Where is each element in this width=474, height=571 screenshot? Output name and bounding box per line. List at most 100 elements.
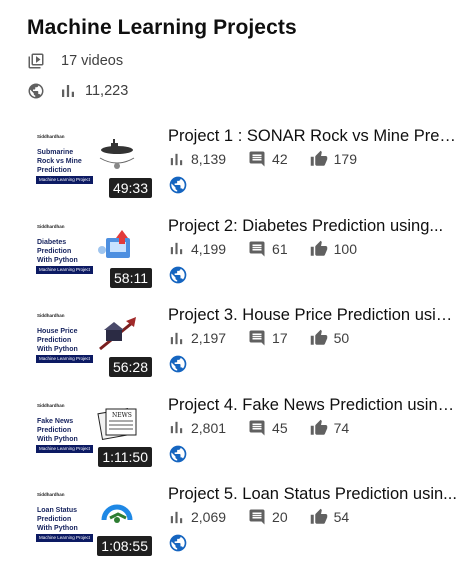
video-thumbnail[interactable]: Siddhardhan House Price Prediction With … [28,309,154,381]
video-item-5[interactable]: Siddhardhan Loan Status Prediction With … [0,485,474,570]
video-item-4[interactable]: Siddhardhan Fake News Prediction With Py… [0,396,474,481]
bar-chart-icon [170,242,183,255]
globe-icon [169,534,187,552]
video-stats: 2,801 45 74 [168,419,371,437]
video-title[interactable]: Project 1 : SONAR Rock vs Mine Predi... [168,127,458,146]
thumbnail-badge: Machine Learning Project [36,355,94,363]
thumbnail-title-line: With Python [37,256,78,264]
bar-chart-icon [170,153,183,165]
bar-chart-icon [170,511,183,523]
video-stats: 8,139 42 179 [168,150,379,168]
newspaper-icon: NEWS [96,405,140,450]
submarine-icon [96,136,138,181]
diabetes-icon [96,226,138,271]
like-count: 50 [333,330,350,346]
globe-icon [169,266,187,283]
comment-icon [249,330,265,346]
view-count: 4,199 [191,240,227,257]
comment-count: 20 [272,509,288,525]
video-thumbnail[interactable]: Siddhardhan Loan Status Prediction With … [28,488,154,560]
thumbs-up-icon [310,419,327,435]
thumbnail-title-line: Diabetes [37,238,67,246]
video-title[interactable]: Project 4. Fake News Prediction using... [168,396,458,415]
view-count: 2,069 [191,509,227,525]
thumbnail-title-line: Prediction [37,426,72,434]
thumbnail-title-line: Prediction [37,516,72,523]
globe-icon [28,83,44,99]
thumbnail-title: Diabetes Prediction With Python [37,238,97,265]
thumbnail-badge: Machine Learning Project [36,265,94,274]
thumbnail-title-line: House Price [37,328,78,335]
video-duration: 1:11:50 [98,446,152,467]
thumbnail-title-line: With Python [37,435,78,443]
like-count: 74 [333,419,350,436]
video-duration: 1:08:55 [97,536,152,556]
video-title[interactable]: Project 2: Diabetes Prediction using... [168,217,458,236]
video-title[interactable]: Project 5. Loan Status Prediction usin..… [168,485,458,504]
thumbnail-title-line: Prediction [37,337,72,344]
video-duration: 56:28 [108,357,152,377]
thumbnail-badge: Machine Learning Project [36,176,94,184]
playlist-views-row: 11,223 [27,82,128,100]
bar-chart-icon [170,421,183,434]
view-count: 8,139 [191,151,227,167]
globe-icon [169,176,187,194]
thumbs-up-icon [310,240,327,256]
thumbnail-badge: Machine Learning Project [36,444,94,453]
thumbnail-title: House Price Prediction With Python [37,327,97,354]
video-thumbnail[interactable]: Siddhardhan Diabetes Prediction With Pyt… [28,219,154,292]
video-stats: 4,199 61 100 [168,240,379,258]
thumbnail-title: Fake News Prediction With Python [37,417,97,444]
house-price-icon [96,315,142,360]
video-stats: 2,197 17 50 [168,329,371,347]
thumbnail-title-line: Prediction [37,167,72,174]
video-thumbnail[interactable]: Siddhardhan Fake News Prediction With Py… [28,398,154,471]
thumbnail-title-line: Rock vs Mine [37,158,82,165]
thumbs-up-icon [310,150,327,166]
video-duration: 49:33 [108,178,152,198]
video-title[interactable]: Project 3. House Price Prediction usin..… [168,306,458,325]
loan-icon [96,494,138,539]
playlist-title: Machine Learning Projects [27,16,297,39]
playlist-play-icon [28,53,44,69]
thumbnail-author: Siddhardhan [37,223,65,229]
comment-count: 42 [272,151,288,167]
thumbnail-title-line: With Python [37,525,78,532]
thumbnail-author: Siddhardhan [37,313,65,318]
video-thumbnail[interactable]: Siddhardhan Submarine Rock vs Mine Predi… [28,130,154,202]
thumbnail-author: Siddhardhan [37,402,65,408]
view-count: 2,197 [191,330,227,346]
svg-text:NEWS: NEWS [112,412,132,419]
view-count: 2,801 [191,419,227,436]
like-count: 179 [333,151,357,167]
thumbnail-title-line: With Python [37,346,78,353]
comment-count: 17 [272,330,288,346]
bar-chart-icon [62,85,74,97]
comment-icon [249,420,265,435]
total-views: 11,223 [85,83,129,99]
video-count-row: 17 videos [27,52,123,70]
thumbnail-author: Siddhardhan [37,492,65,497]
video-item-2[interactable]: Siddhardhan Diabetes Prediction With Pyt… [0,217,474,302]
comment-icon [249,151,265,167]
thumbnail-title-line: Prediction [37,247,72,255]
video-item-3[interactable]: Siddhardhan House Price Prediction With … [0,306,474,391]
comment-count: 45 [272,419,288,436]
thumbnail-title: Submarine Rock vs Mine Prediction [37,148,97,175]
bar-chart-icon [170,332,183,344]
thumbnail-title: Loan Status Prediction With Python [37,506,97,533]
thumbnail-title-line: Loan Status [37,507,78,514]
like-count: 54 [333,509,350,525]
globe-icon [169,445,187,462]
comment-count: 61 [272,240,288,257]
globe-icon [169,355,187,373]
thumbnail-badge: Machine Learning Project [36,534,94,542]
comment-icon [249,241,265,256]
video-stats: 2,069 20 54 [168,508,371,526]
video-item-1[interactable]: Siddhardhan Submarine Rock vs Mine Predi… [0,127,474,212]
thumbs-up-icon [310,329,327,345]
thumbnail-author: Siddhardhan [37,134,65,139]
video-count: 17 videos [61,53,124,69]
like-count: 100 [333,240,357,257]
thumbnail-title-line: Fake News [37,417,74,425]
